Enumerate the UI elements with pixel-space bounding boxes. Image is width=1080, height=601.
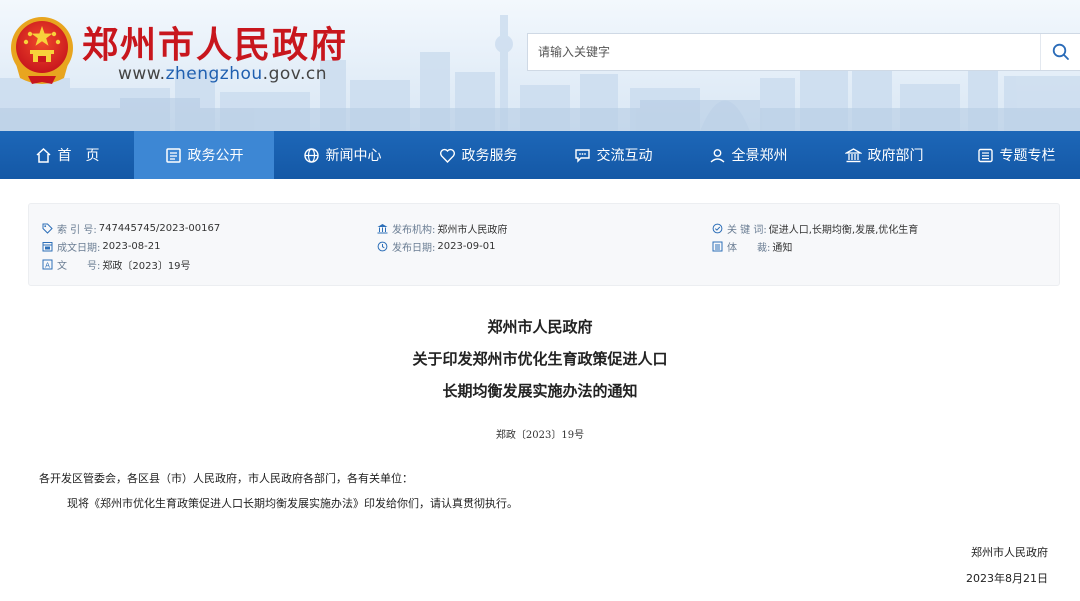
site-url-suffix: .gov.cn: [262, 64, 328, 84]
document-meta-box: 索 引 号: 747445745/2023-00167 成文日期: 2023-0…: [28, 203, 1060, 286]
site-url-prefix: www.: [118, 64, 166, 84]
search-icon: [1052, 43, 1069, 60]
globe-icon: [303, 147, 319, 163]
document-title-line-3: 长期均衡发展实施办法的通知: [442, 382, 638, 400]
site-name: 郑州市人民政府: [82, 24, 349, 66]
clock-icon: [377, 241, 388, 252]
nav-item-gov-affairs[interactable]: 政务公开: [134, 131, 274, 179]
search-input[interactable]: [528, 34, 1040, 70]
document-addressees: 各开发区管委会，各区县（市）人民政府，市人民政府各部门，各有关单位：: [39, 472, 413, 485]
document-title-line-1: 郑州市人民政府: [487, 318, 593, 336]
meta-genre: 体 裁: 通知: [712, 239, 792, 254]
meta-value: 2023-08-21: [102, 241, 161, 252]
chat-icon: [574, 148, 590, 163]
home-icon: [35, 147, 51, 163]
check-circle-icon: [712, 223, 723, 234]
meta-value: 郑州市人民政府: [437, 225, 508, 236]
meta-label: 发布日期:: [392, 243, 436, 254]
panorama-icon: [710, 148, 724, 163]
svg-text:A: A: [45, 261, 50, 269]
nav-item-label: 政务公开: [187, 148, 244, 164]
list-icon: [977, 148, 993, 162]
site-url[interactable]: www.zhengzhou.gov.cn: [118, 64, 327, 84]
main-nav: 首 页 政务公开 新闻中心 政务服务 交流互动 全景郑州 政府部门 专题专栏: [0, 131, 1080, 179]
nav-item-gov-services[interactable]: 政务服务: [410, 131, 546, 179]
meta-label: 发布机构:: [392, 225, 436, 236]
national-emblem-logo: [11, 17, 73, 84]
meta-value: 促进人口,长期均衡,发展,优化生育: [768, 225, 919, 236]
meta-label: 成文日期:: [57, 243, 101, 254]
nav-item-label: 新闻中心: [325, 148, 382, 164]
nav-item-label: 交流互动: [596, 148, 653, 164]
meta-value: 通知: [772, 243, 793, 254]
nav-item-label: 首 页: [57, 148, 100, 164]
meta-label: 关 键 词:: [727, 225, 767, 236]
site-header: 郑州市人民政府 www.zhengzhou.gov.cn: [0, 0, 1080, 131]
search-button[interactable]: [1040, 34, 1080, 70]
nav-item-label: 政府部门: [867, 148, 924, 164]
meta-value: 2023-09-01: [437, 241, 496, 252]
meta-value: 747445745/2023-00167: [98, 223, 221, 234]
nav-item-special-topics[interactable]: 专题专栏: [952, 131, 1080, 179]
document-body: 现将《郑州市优化生育政策促进人口长期均衡发展实施办法》印发给你们，请认真贯彻执行…: [67, 497, 518, 510]
tag-icon: [42, 223, 53, 234]
nav-item-label: 全景郑州: [731, 148, 788, 164]
site-url-accent: zhengzhou: [165, 64, 263, 84]
nav-item-interaction[interactable]: 交流互动: [546, 131, 680, 179]
building-icon: [844, 147, 862, 162]
list-icon: [712, 241, 723, 252]
institution-icon: [377, 224, 388, 234]
meta-label: 文 号:: [57, 261, 101, 272]
nav-item-news[interactable]: 新闻中心: [274, 131, 410, 179]
calendar-icon: [42, 242, 53, 252]
nav-item-panorama[interactable]: 全景郑州: [680, 131, 816, 179]
meta-index-number: 索 引 号: 747445745/2023-00167: [42, 221, 220, 236]
meta-keywords: 关 键 词: 促进人口,长期均衡,发展,优化生育: [712, 221, 918, 236]
meta-value: 郑政〔2023〕19号: [102, 261, 191, 272]
nav-item-label: 专题专栏: [999, 148, 1056, 164]
meta-label: 体 裁:: [727, 243, 771, 254]
meta-label: 索 引 号:: [57, 225, 97, 236]
nav-item-departments[interactable]: 政府部门: [816, 131, 952, 179]
heart-icon: [439, 148, 455, 163]
search-bar: [527, 33, 1080, 71]
document-icon: [165, 147, 181, 163]
meta-created-date: 成文日期: 2023-08-21: [42, 239, 161, 254]
document-date: 2023年8月21日: [966, 572, 1048, 585]
text-icon: A: [42, 259, 53, 270]
meta-issuer: 发布机构: 郑州市人民政府: [377, 221, 507, 236]
document-number: 郑政〔2023〕19号: [495, 430, 585, 441]
nav-item-home[interactable]: 首 页: [0, 131, 134, 179]
document-signature: 郑州市人民政府: [971, 546, 1048, 559]
nav-item-label: 政务服务: [461, 148, 518, 164]
meta-published-date: 发布日期: 2023-09-01: [377, 239, 496, 254]
meta-doc-number: A 文 号: 郑政〔2023〕19号: [42, 257, 191, 272]
document-title-line-2: 关于印发郑州市优化生育政策促进人口: [412, 350, 668, 368]
